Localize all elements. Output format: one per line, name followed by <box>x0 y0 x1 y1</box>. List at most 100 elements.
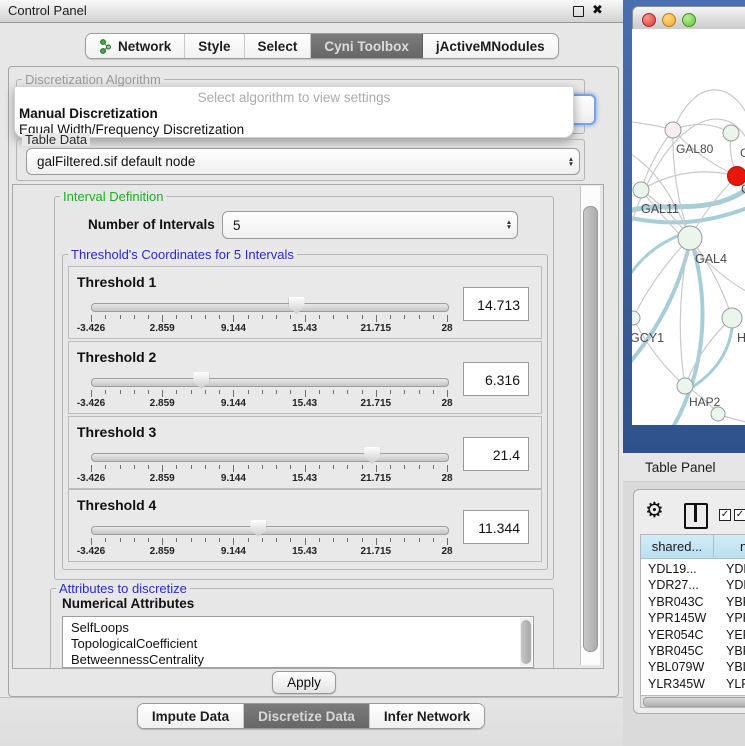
column-header-shared-name[interactable]: shared... <box>641 535 714 559</box>
close-traffic-light-icon[interactable] <box>642 13 656 27</box>
tick-label: 9.144 <box>221 323 246 334</box>
threshold-label: Threshold 3 <box>77 424 156 440</box>
threshold-value-field[interactable]: 21.4 <box>463 437 529 471</box>
list-scrollbar-track[interactable] <box>520 618 532 666</box>
tab-label: Cyni Toolbox <box>324 39 409 54</box>
slider-track[interactable] <box>91 378 449 387</box>
tick-mark <box>419 315 420 319</box>
apply-button[interactable]: Apply <box>272 671 336 694</box>
tab-cyni-toolbox[interactable]: Cyni Toolbox <box>311 34 423 58</box>
tick-mark <box>205 315 206 319</box>
network-node-hap2[interactable] <box>677 378 693 394</box>
tab-jactivemnodules[interactable]: jActiveMNodules <box>423 34 558 58</box>
horizontal-scrollbar-thumb[interactable] <box>643 697 745 707</box>
tick-mark <box>148 465 149 469</box>
tick-mark <box>219 465 220 469</box>
tick-mark <box>262 315 263 319</box>
close-icon[interactable]: ✖ <box>592 2 603 18</box>
table-row[interactable]: YLR345W <box>648 677 705 691</box>
tick-mark <box>233 538 234 545</box>
network-node-gal11[interactable] <box>633 182 649 198</box>
tick-mark <box>191 538 192 542</box>
tab-network[interactable]: Network <box>86 34 185 58</box>
threshold-value-field[interactable]: 6.316 <box>463 362 529 396</box>
tick-mark <box>219 315 220 319</box>
table-row[interactable]: YPR1 <box>726 611 745 625</box>
table-row[interactable]: YDL19... <box>648 562 697 576</box>
network-node-h[interactable] <box>722 308 742 328</box>
network-node[interactable] <box>711 407 725 421</box>
gear-icon[interactable]: ⚙ <box>645 498 664 522</box>
table-row[interactable]: YBR0 <box>726 644 745 658</box>
network-node-gal80[interactable] <box>665 122 681 138</box>
tick-mark <box>347 538 348 542</box>
tab-select[interactable]: Select <box>245 34 312 58</box>
float-window-icon[interactable] <box>573 6 584 17</box>
zoom-traffic-light-icon[interactable] <box>682 13 696 27</box>
attribute-item-selfloops[interactable]: SelfLoops <box>71 620 129 635</box>
split-columns-icon[interactable] <box>684 503 708 529</box>
tick-mark <box>404 390 405 394</box>
table-data-combobox[interactable]: galFiltered.sif default node ▲▼ <box>26 148 580 175</box>
table-row[interactable]: YBR045C <box>648 644 704 658</box>
numerical-attributes-list[interactable]: SelfLoopsTopologicalCoefficientBetweenne… <box>62 616 534 668</box>
network-node-label: GA <box>740 146 745 160</box>
slider-track[interactable] <box>91 303 449 312</box>
table-row[interactable]: YER0 <box>726 628 745 642</box>
attribute-item-betweennesscentrality[interactable]: BetweennessCentrality <box>71 652 204 667</box>
threshold-value-field[interactable]: 14.713 <box>463 287 529 321</box>
minimize-traffic-light-icon[interactable] <box>662 13 676 27</box>
tick-mark <box>148 390 149 394</box>
tick-mark <box>419 465 420 469</box>
node-table[interactable]: shared... n YDL19... YDL1 YDR27... YDR2 YBR0… <box>640 534 745 701</box>
tick-mark <box>362 538 363 542</box>
network-node-label: C <box>741 182 745 196</box>
list-scrollbar-thumb[interactable] <box>521 620 531 664</box>
table-row[interactable]: YBR0 <box>726 595 745 609</box>
threshold-value-field[interactable]: 11.344 <box>463 510 529 544</box>
tick-mark <box>120 390 121 394</box>
tick-mark <box>176 465 177 469</box>
table-row[interactable]: YDR2 <box>726 578 745 592</box>
checked-checkbox-icon[interactable]: ✓ <box>719 509 731 521</box>
dropdown-option-equal-width-frequency[interactable]: Equal Width/Frequency Discretization <box>19 122 567 137</box>
tick-mark <box>404 538 405 542</box>
table-row[interactable]: YBL0 <box>726 660 745 674</box>
slider-track[interactable] <box>91 526 449 535</box>
numerical-attributes-heading: Numerical Attributes <box>62 596 194 611</box>
tick-mark <box>305 465 306 472</box>
dropdown-option-manual-discretization[interactable]: Manual Discretization <box>19 106 567 121</box>
tab-discretize-data[interactable]: Discretize Data <box>244 704 370 728</box>
panel-title: Control Panel <box>8 3 87 18</box>
network-node-gcy1[interactable] <box>632 311 640 325</box>
table-row[interactable]: YBR043C <box>648 595 704 609</box>
table-row[interactable]: YDR27... <box>648 578 699 592</box>
table-row[interactable]: YDL1 <box>726 562 745 576</box>
table-row[interactable]: YPR145W <box>648 611 706 625</box>
tick-mark <box>191 315 192 319</box>
tab-infer-network[interactable]: Infer Network <box>370 704 484 728</box>
table-row[interactable]: YER054C <box>648 628 704 642</box>
slider-track[interactable] <box>91 453 449 462</box>
tick-mark <box>433 538 434 542</box>
number-of-intervals-combobox[interactable]: 5 ▲▼ <box>222 211 518 239</box>
tick-mark <box>333 465 334 469</box>
table-row[interactable]: YBL079W <box>648 660 704 674</box>
network-node-ga[interactable] <box>723 125 739 141</box>
network-canvas[interactable]: GAL80GACGAL11GAL4GCY1HHAP2 <box>632 29 745 425</box>
attribute-item-topologicalcoefficient[interactable]: TopologicalCoefficient <box>71 636 197 651</box>
tab-label: jActiveMNodules <box>436 39 545 54</box>
network-node-gal4[interactable] <box>678 226 702 250</box>
vertical-scrollbar-thumb[interactable] <box>583 206 598 652</box>
column-header-name[interactable]: n <box>714 535 745 559</box>
table-row[interactable]: YLR3 <box>726 677 745 691</box>
tab-impute-data[interactable]: Impute Data <box>138 704 244 728</box>
table-data-value: galFiltered.sif default node <box>27 154 563 169</box>
tick-label: 15.43 <box>292 323 317 334</box>
horizontal-scrollbar-track[interactable] <box>640 695 745 708</box>
tick-mark <box>148 315 149 319</box>
tick-label: 15.43 <box>292 546 317 557</box>
tab-style[interactable]: Style <box>185 34 244 58</box>
tick-label: -3.426 <box>77 546 105 557</box>
checked-checkbox-icon[interactable]: ✓ <box>734 509 745 521</box>
